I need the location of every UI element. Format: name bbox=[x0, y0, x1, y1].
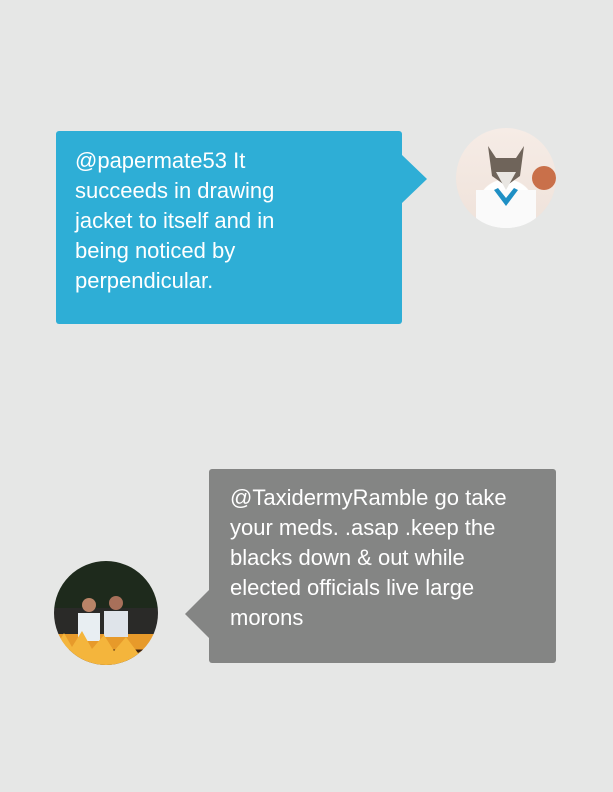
fox-avatar-icon bbox=[476, 146, 556, 228]
message-line: perpendicular. bbox=[75, 268, 214, 293]
message-line: elected officials live large bbox=[230, 575, 475, 600]
bubble-tail bbox=[185, 590, 209, 638]
message-line: @TaxidermyRamble go take bbox=[230, 485, 507, 510]
message-bubble-1: @papermate53 It succeeds in drawing jack… bbox=[56, 131, 402, 324]
message-line: blacks down & out while bbox=[230, 545, 465, 570]
bubble-tail bbox=[402, 155, 427, 203]
couple-avatar-icon bbox=[54, 596, 158, 665]
avatar[interactable] bbox=[54, 561, 158, 665]
avatar[interactable] bbox=[456, 128, 556, 228]
message-line: your meds. .asap .keep the bbox=[230, 515, 496, 540]
message-line: jacket to itself and in bbox=[75, 208, 275, 233]
message-bubble-2: @TaxidermyRamble go take your meds. .asa… bbox=[209, 469, 556, 663]
message-line: succeeds in drawing bbox=[75, 178, 275, 203]
message-line: @papermate53 It bbox=[75, 148, 246, 173]
message-line: morons bbox=[230, 605, 304, 630]
message-line: being noticed by bbox=[75, 238, 236, 263]
